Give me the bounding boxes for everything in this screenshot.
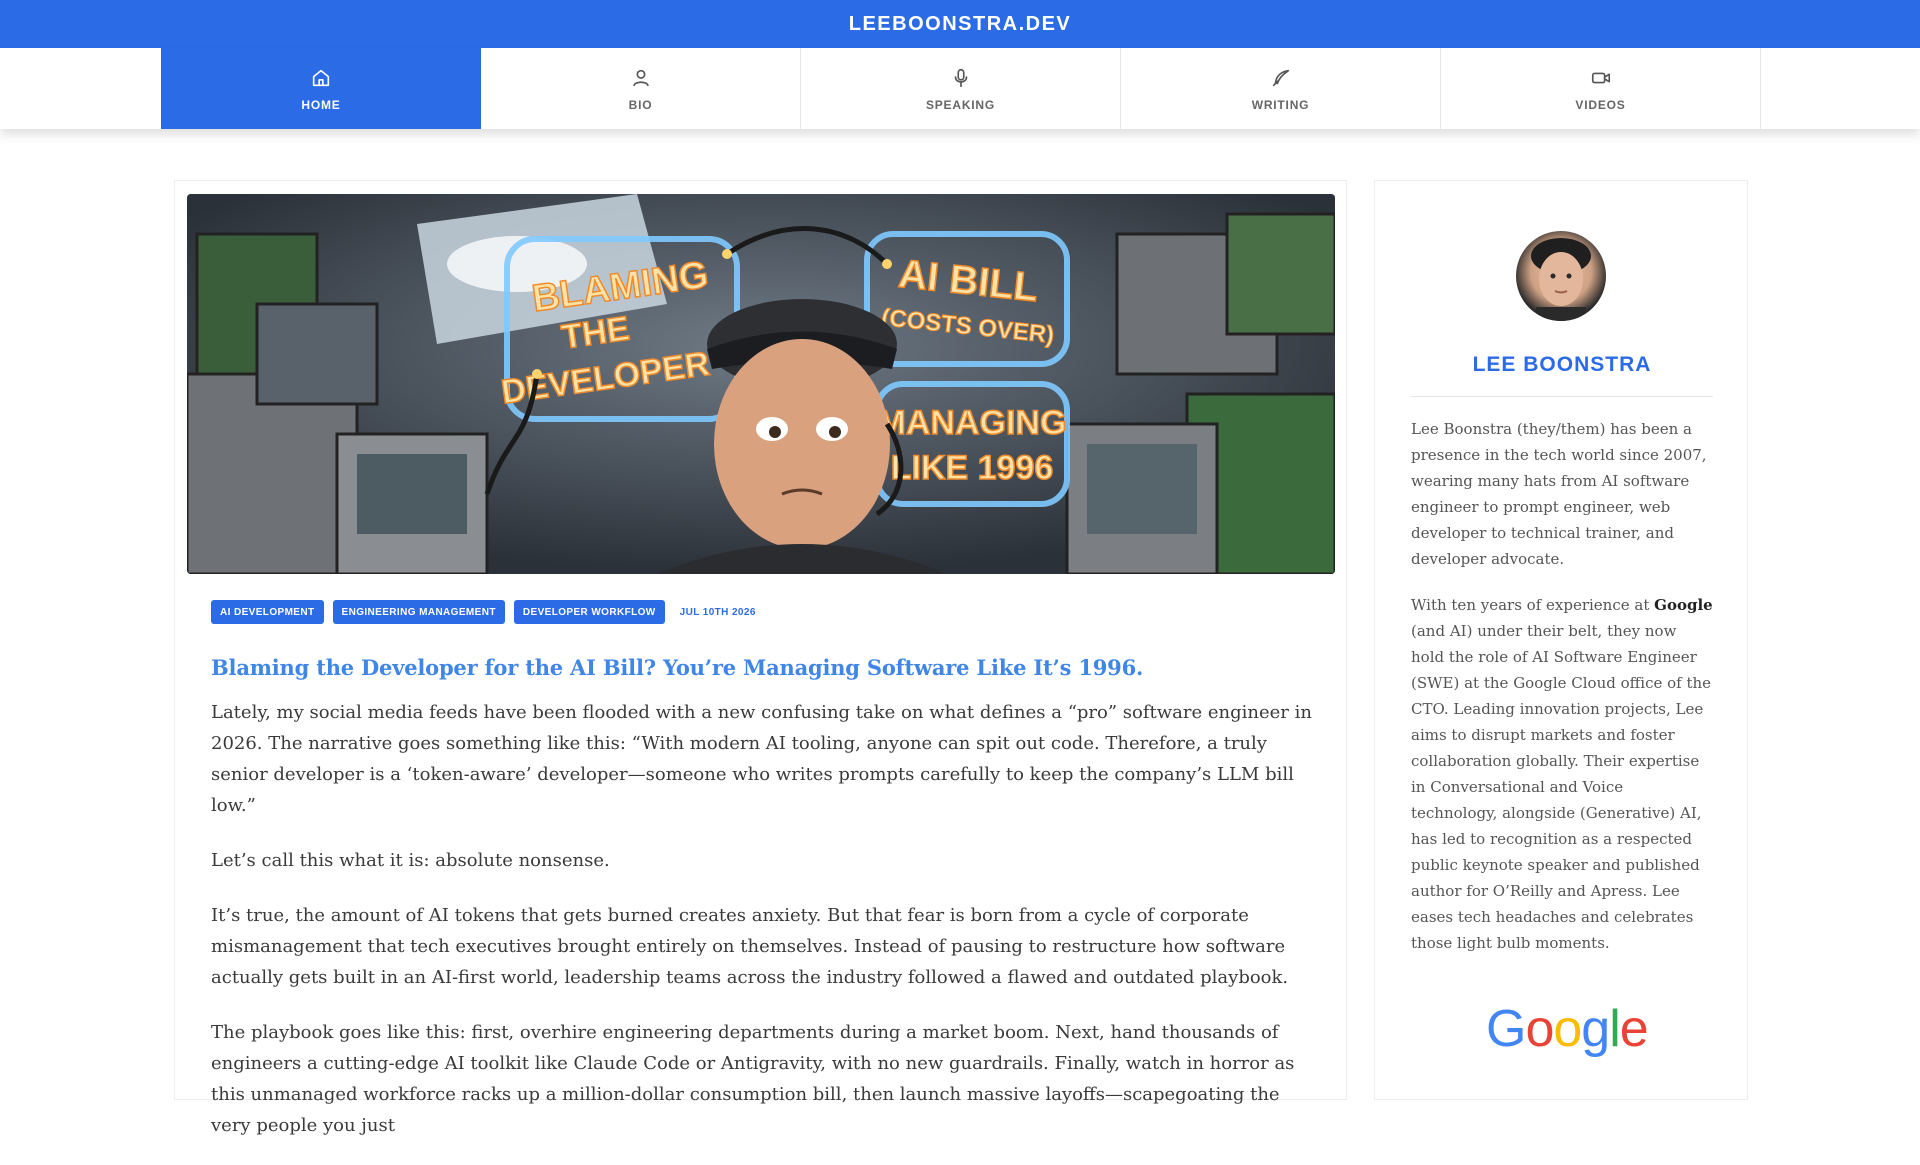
hero-image[interactable]: BLAMING THE DEVELOPER AI BILL (COSTS OVE… (187, 194, 1335, 574)
site-title-bar: LEEBOONSTRA.DEV (0, 0, 1920, 48)
video-camera-icon (1589, 66, 1613, 90)
nav-item-label: VIDEOS (1575, 97, 1626, 112)
bio-paragraph: Lee Boonstra (they/them) has been a pres… (1411, 420, 1707, 568)
avatar (1516, 231, 1606, 321)
nav-item-label: WRITING (1251, 97, 1310, 112)
nav-item-label: SPEAKING (925, 97, 996, 112)
company-name: Google (1654, 596, 1713, 614)
user-icon (629, 66, 653, 90)
nav-item-writing[interactable]: WRITING (1121, 48, 1441, 129)
nav-item-label: BIO (628, 97, 653, 112)
main-nav: HOME BIO SPEAKING WRITING VIDEOS (0, 48, 1920, 129)
post-tags: AI DEVELOPMENT ENGINEERING MANAGEMENT DE… (211, 600, 756, 624)
nav-item-videos[interactable]: VIDEOS (1441, 48, 1761, 129)
microphone-icon (949, 66, 973, 90)
post-paragraph: Let’s call this what it is: absolute non… (211, 850, 610, 871)
author-bio: Lee Boonstra (they/them) has been a pres… (1411, 416, 1713, 976)
post-title[interactable]: Blaming the Developer for the AI Bill? Y… (211, 655, 1143, 680)
post-paragraph: The playbook goes like this: first, over… (211, 1022, 1295, 1136)
article-card: BLAMING THE DEVELOPER AI BILL (COSTS OVE… (174, 180, 1347, 1136)
author-sidebar: LEE BOONSTRA Lee Boonstra (they/them) ha… (1374, 180, 1748, 1100)
post-paragraph: It’s true, the amount of AI tokens that … (211, 905, 1289, 988)
post-paragraph: Lately, my social media feeds have been … (211, 702, 1312, 816)
hero-sign-text: LIKE 1996 (891, 449, 1054, 487)
author-name: LEE BOONSTRA (1472, 353, 1652, 376)
nav-item-speaking[interactable]: SPEAKING (801, 48, 1121, 129)
hero-illustration: BLAMING THE DEVELOPER AI BILL (COSTS OVE… (187, 194, 1335, 574)
nav-item-home[interactable]: HOME (161, 48, 481, 129)
post-body: Lately, my social media feeds have been … (211, 697, 1313, 1165)
quill-icon (1269, 66, 1293, 90)
site-title[interactable]: LEEBOONSTRA.DEV (849, 13, 1072, 36)
hero-sign-text: MANAGING (878, 404, 1067, 442)
nav-item-bio[interactable]: BIO (481, 48, 801, 129)
tag-ai-development[interactable]: AI DEVELOPMENT (211, 600, 324, 624)
post-date: JUL 10TH 2026 (679, 606, 756, 618)
google-logo: Google (1486, 1000, 1649, 1058)
nav-item-label: HOME (301, 97, 341, 112)
tag-engineering-management[interactable]: ENGINEERING MANAGEMENT (332, 600, 505, 624)
home-icon (309, 66, 333, 90)
divider (1411, 396, 1713, 397)
bio-paragraph: With ten years of experience at Google (… (1411, 596, 1713, 952)
tag-developer-workflow[interactable]: DEVELOPER WORKFLOW (513, 600, 665, 624)
